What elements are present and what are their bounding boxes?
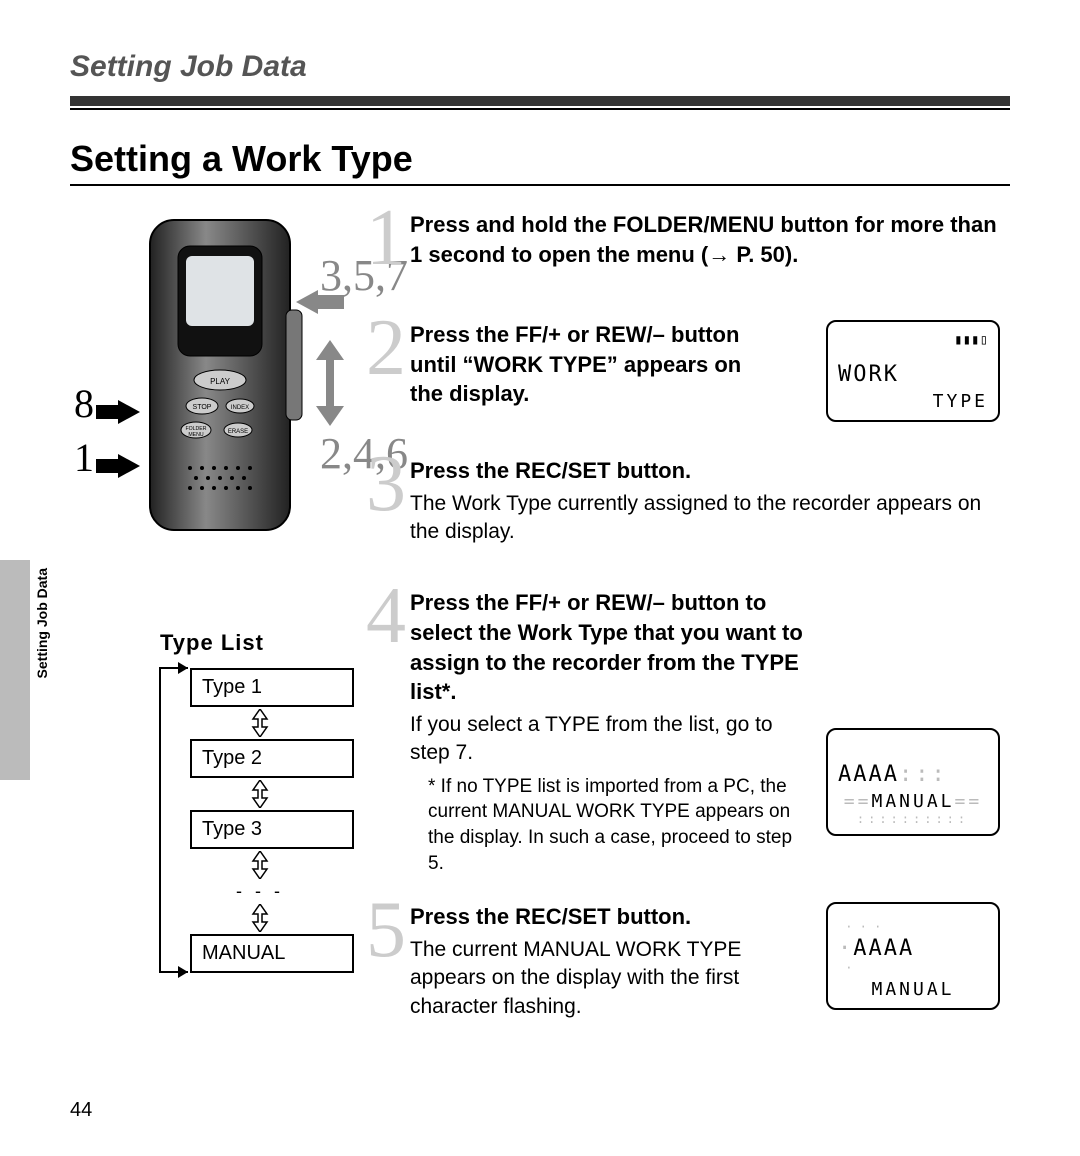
- svg-text:STOP: STOP: [193, 404, 212, 411]
- side-tab-label: Setting Job Data: [34, 568, 50, 678]
- recorder-device-icon: PLAY STOP INDEX FOLDER MENU ERASE: [130, 210, 310, 540]
- step-note: * If no TYPE list is imported from a PC,…: [428, 774, 806, 877]
- ellipsis-icon: - - -: [190, 881, 330, 902]
- step-number: 1: [366, 198, 406, 278]
- step-head: Press the FF/+ or REW/– button to select…: [410, 588, 820, 707]
- type-list-item: Type 2: [190, 739, 354, 778]
- loop-arrow-icon: [150, 660, 190, 990]
- section-title: Setting a Work Type: [70, 138, 1010, 186]
- side-tab: [0, 560, 30, 780]
- arrow-icon: [296, 290, 344, 314]
- lcd-screen-icon: ▮▮▮▯ WORK TYPE: [826, 320, 1000, 422]
- step-number: 3: [366, 444, 406, 524]
- step-head: Press the FF/+ or REW/– button until “WO…: [410, 320, 780, 409]
- callout-1: 1: [74, 434, 94, 481]
- arrow-icon: [96, 400, 140, 424]
- callout-8: 8: [74, 380, 94, 427]
- step-1: 1 Press and hold the FOLDER/MENU button …: [410, 210, 1000, 270]
- svg-text:ERASE: ERASE: [228, 429, 248, 435]
- step-number: 2: [366, 308, 406, 388]
- type-list-title: Type List: [160, 630, 380, 656]
- battery-icon: ▮▮▮▯: [838, 332, 988, 348]
- svg-text:PLAY: PLAY: [210, 377, 231, 386]
- lcd-line2: MANUAL: [838, 979, 988, 1000]
- lcd-line2: TYPE: [838, 391, 988, 412]
- type-list-diagram: Type List Type 1 Type 2 Type 3 - - -: [130, 630, 380, 973]
- step-3: 3 Press the REC/SET button. The Work Typ…: [410, 456, 1000, 546]
- updown-arrow-icon: [190, 851, 330, 879]
- type-list-item: Type 1: [190, 668, 354, 707]
- step-body: The current MANUAL WORK TYPE appears on …: [410, 936, 780, 1021]
- step-4: 4 Press the FF/+ or REW/– button to sele…: [410, 588, 1000, 876]
- step-head: Press the REC/SET button.: [410, 456, 1000, 486]
- device-illustration: PLAY STOP INDEX FOLDER MENU ERASE: [90, 210, 410, 570]
- step-body: The Work Type currently assigned to the …: [410, 490, 1000, 547]
- step-2: 2 Press the FF/+ or REW/– button until “…: [410, 320, 1000, 422]
- step-head: Press the REC/SET button.: [410, 902, 806, 932]
- step-head: Press and hold the FOLDER/MENU button fo…: [410, 210, 1000, 269]
- type-list-item: MANUAL: [190, 934, 354, 973]
- type-list-item: Type 3: [190, 810, 354, 849]
- step-5: 5 Press the REC/SET button. The current …: [410, 902, 1000, 1021]
- updown-arrow-icon: [190, 780, 330, 808]
- lcd-line1: AAAA: [853, 936, 914, 961]
- page-number: 44: [70, 1099, 92, 1122]
- svg-text:MENU: MENU: [188, 432, 204, 438]
- lcd-screen-icon: · · · ·AAAA · MANUAL: [826, 902, 1000, 1010]
- lcd-line2: ==MANUAL==: [838, 791, 988, 812]
- arrow-icon: [96, 454, 140, 478]
- lcd-screen-icon: AAAA::: ==MANUAL== ::::::::::: [826, 728, 1000, 836]
- updown-arrow-icon: [190, 709, 330, 737]
- updown-arrow-icon: [190, 904, 330, 932]
- svg-text:INDEX: INDEX: [231, 405, 249, 411]
- step-body: If you select a TYPE from the list, go t…: [410, 711, 810, 768]
- lcd-line1: AAAA:::: [838, 762, 988, 787]
- lcd-line1: WORK: [838, 362, 988, 387]
- horizontal-rule: [70, 96, 1010, 110]
- up-down-arrow-icon: [300, 330, 360, 430]
- chapter-title: Setting Job Data: [70, 50, 1010, 84]
